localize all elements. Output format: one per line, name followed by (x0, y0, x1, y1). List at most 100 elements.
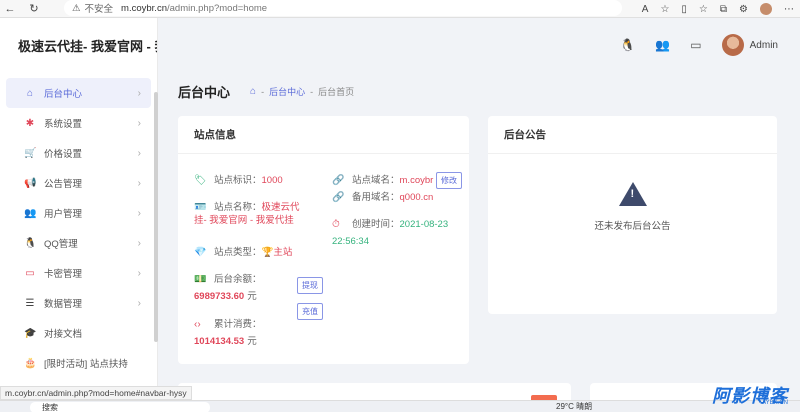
breadcrumb: ⌂ - 后台中心 - 后台首页 (250, 85, 355, 98)
insecure-label: 不安全 (84, 4, 114, 15)
spent-value-row: 1014134.53 元 (194, 336, 257, 347)
taskbar-search[interactable]: 搜索 (30, 402, 210, 412)
backup-domain-value: q000.cn (399, 192, 434, 203)
chevron-right-icon: › (137, 87, 141, 99)
site-info-title: 站点信息 (178, 116, 469, 154)
breadcrumb-current: 后台首页 (318, 87, 355, 97)
page-header: 后台中心 ⌂ - 后台中心 - 后台首页 (178, 82, 354, 101)
read-aloud-icon[interactable]: A (642, 4, 649, 15)
sidebar-item-label: 对接文档 (44, 329, 83, 340)
breadcrumb-link[interactable]: 后台中心 (269, 85, 305, 98)
collections-icon[interactable]: ⧉ (720, 4, 727, 15)
favorites-icon[interactable]: ☆ (699, 4, 708, 15)
sidebar-scrollbar[interactable] (154, 92, 158, 342)
spent-value: 1014134.53 (194, 336, 245, 347)
sidebar: 极速云代挂- 我爱官网 - 我 ⌂ 后台中心 › ✱ 系统设置 › 🛒 价格设置 › 📢 公告管理 ›… (0, 18, 158, 412)
sidebar-item-3[interactable]: 🛒 价格设置 › (6, 138, 151, 168)
site-type-value: 主站 (273, 247, 293, 258)
notice-empty-text: 还未发布后台公告 (594, 221, 671, 232)
diamond-icon: 💎 (194, 247, 207, 258)
home-icon[interactable]: ⌂ (250, 86, 256, 97)
chevron-right-icon: › (137, 177, 141, 189)
modify-button[interactable]: 修改 (436, 172, 462, 189)
users-icon[interactable]: 👥 (655, 38, 670, 52)
created-value: 2021-08-23 (399, 219, 449, 230)
qq-icon[interactable]: 🐧 (620, 38, 635, 52)
weather-status: 29°C 晴朗 (556, 402, 593, 411)
warning-icon: ! (618, 182, 647, 206)
chevron-right-icon: › (137, 117, 141, 129)
split-screen-icon[interactable]: ▯ (681, 4, 687, 15)
cake-icon: 🎂 (24, 357, 37, 369)
tag-icon: 🏷 (194, 175, 207, 186)
chevron-right-icon: › (137, 147, 141, 159)
brand-title: 极速云代挂- 我爱官网 - 我 (18, 38, 157, 54)
warning-icon: ⚠ (72, 2, 81, 14)
code-icon: ‹› (194, 319, 201, 330)
profile-avatar[interactable] (760, 3, 772, 15)
created-row: ⏱ 创建时间： 2021-08-23 (332, 219, 449, 230)
address-bar[interactable]: ⚠ 不安全 m.coybr.cn/admin.php?mod=home (64, 0, 622, 16)
created-time: 22:56:34 (332, 236, 369, 247)
link-icon: 🔗 (332, 175, 345, 186)
site-id-row: 🏷 站点标识： 1000 (194, 175, 283, 186)
cart-icon: 🛒 (24, 147, 37, 159)
extensions-icon[interactable]: ⚙ (739, 4, 748, 15)
domain-value: m.coybr (399, 175, 434, 186)
sidebar-item-label: 卡密管理 (44, 269, 83, 280)
sidebar-item-label: [限时活动] 站点扶持 (44, 359, 128, 370)
card-icon: ▭ (25, 267, 35, 279)
balance-value: 6989733.60 (194, 291, 245, 302)
qq-icon: 🐧 (24, 237, 37, 249)
watermark-sub: AYBK.CN (762, 400, 788, 406)
chevron-right-icon: › (137, 237, 141, 249)
trophy-icon: 🏆 (261, 247, 274, 258)
sidebar-item-8[interactable]: ☰ 数据管理 › (6, 288, 151, 318)
spent-label-row: ‹› 累计消费： (194, 319, 262, 330)
sidebar-item-label: QQ管理 (44, 239, 78, 250)
notice-card: 后台公告 ! 还未发布后台公告 (488, 116, 777, 314)
site-info-card: 站点信息 🏷 站点标识： 1000 🪪 站点名称： 极速云代 挂- 我爱官网 -… (178, 116, 469, 364)
reload-icon[interactable]: ↻ (24, 0, 44, 18)
sidebar-item-label: 公告管理 (44, 179, 83, 190)
notice-body: ! 还未发布后台公告 (488, 154, 777, 232)
sidebar-item-1[interactable]: ⌂ 后台中心 › (6, 78, 151, 108)
chevron-right-icon: › (137, 267, 141, 279)
admin-menu[interactable]: Admin (721, 34, 778, 56)
sidebar-item-label: 系统设置 (44, 119, 83, 130)
sidebar-item-5[interactable]: 👥 用户管理 › (6, 198, 151, 228)
admin-name: Admin (749, 39, 778, 51)
sidebar-item-label: 价格设置 (44, 149, 83, 160)
page-title: 后台中心 (178, 85, 231, 100)
users-icon: 👥 (24, 207, 37, 219)
backup-domain-row: 🔗 备用域名： q000.cn (332, 192, 434, 203)
megaphone-icon: 📢 (24, 177, 37, 189)
sidebar-item-9[interactable]: 🎓 对接文档 (6, 318, 151, 348)
sidebar-item-4[interactable]: 📢 公告管理 › (6, 168, 151, 198)
browser-actions: A ☆ ▯ ☆ ⧉ ⚙ ⋯ (642, 0, 794, 18)
link-icon: 🔗 (332, 192, 345, 203)
created-time-row: 22:56:34 (332, 235, 369, 248)
money-icon: 💵 (194, 274, 207, 285)
avatar[interactable] (721, 34, 744, 56)
sidebar-item-label: 数据管理 (44, 299, 83, 310)
url-text: m.coybr.cn/admin.php?mod=home (121, 2, 268, 14)
favorite-star-icon[interactable]: ☆ (660, 4, 669, 15)
sidebar-item-10[interactable]: 🎂 [限时活动] 站点扶持 (6, 348, 151, 378)
sidebar-menu: ⌂ 后台中心 › ✱ 系统设置 › 🛒 价格设置 › 📢 公告管理 › 👥 用户管理 › 🐧 QQ管理 › ▭ 卡密管… (0, 78, 157, 378)
balance-value-row: 6989733.60 元 (194, 291, 257, 302)
recharge-button[interactable]: 充值 (297, 303, 323, 320)
sidebar-item-6[interactable]: 🐧 QQ管理 › (6, 228, 151, 258)
withdraw-button[interactable]: 提现 (297, 277, 323, 294)
back-icon[interactable]: ← (0, 0, 20, 18)
sidebar-item-2[interactable]: ✱ 系统设置 › (6, 108, 151, 138)
chevron-right-icon: › (137, 297, 141, 309)
site-name-value: 挂- 我爱官网 - 我爱代挂 (194, 215, 294, 226)
more-icon[interactable]: ⋯ (784, 4, 794, 15)
domain-row: 🔗 站点域名： m.coybr (332, 175, 434, 186)
sidebar-item-label: 后台中心 (44, 89, 83, 100)
site-id-value: 1000 (261, 175, 283, 186)
card-icon[interactable]: ▭ (690, 38, 701, 52)
sidebar-item-7[interactable]: ▭ 卡密管理 › (6, 258, 151, 288)
browser-toolbar: ← ↻ ⚠ 不安全 m.coybr.cn/admin.php?mod=home … (0, 0, 800, 18)
